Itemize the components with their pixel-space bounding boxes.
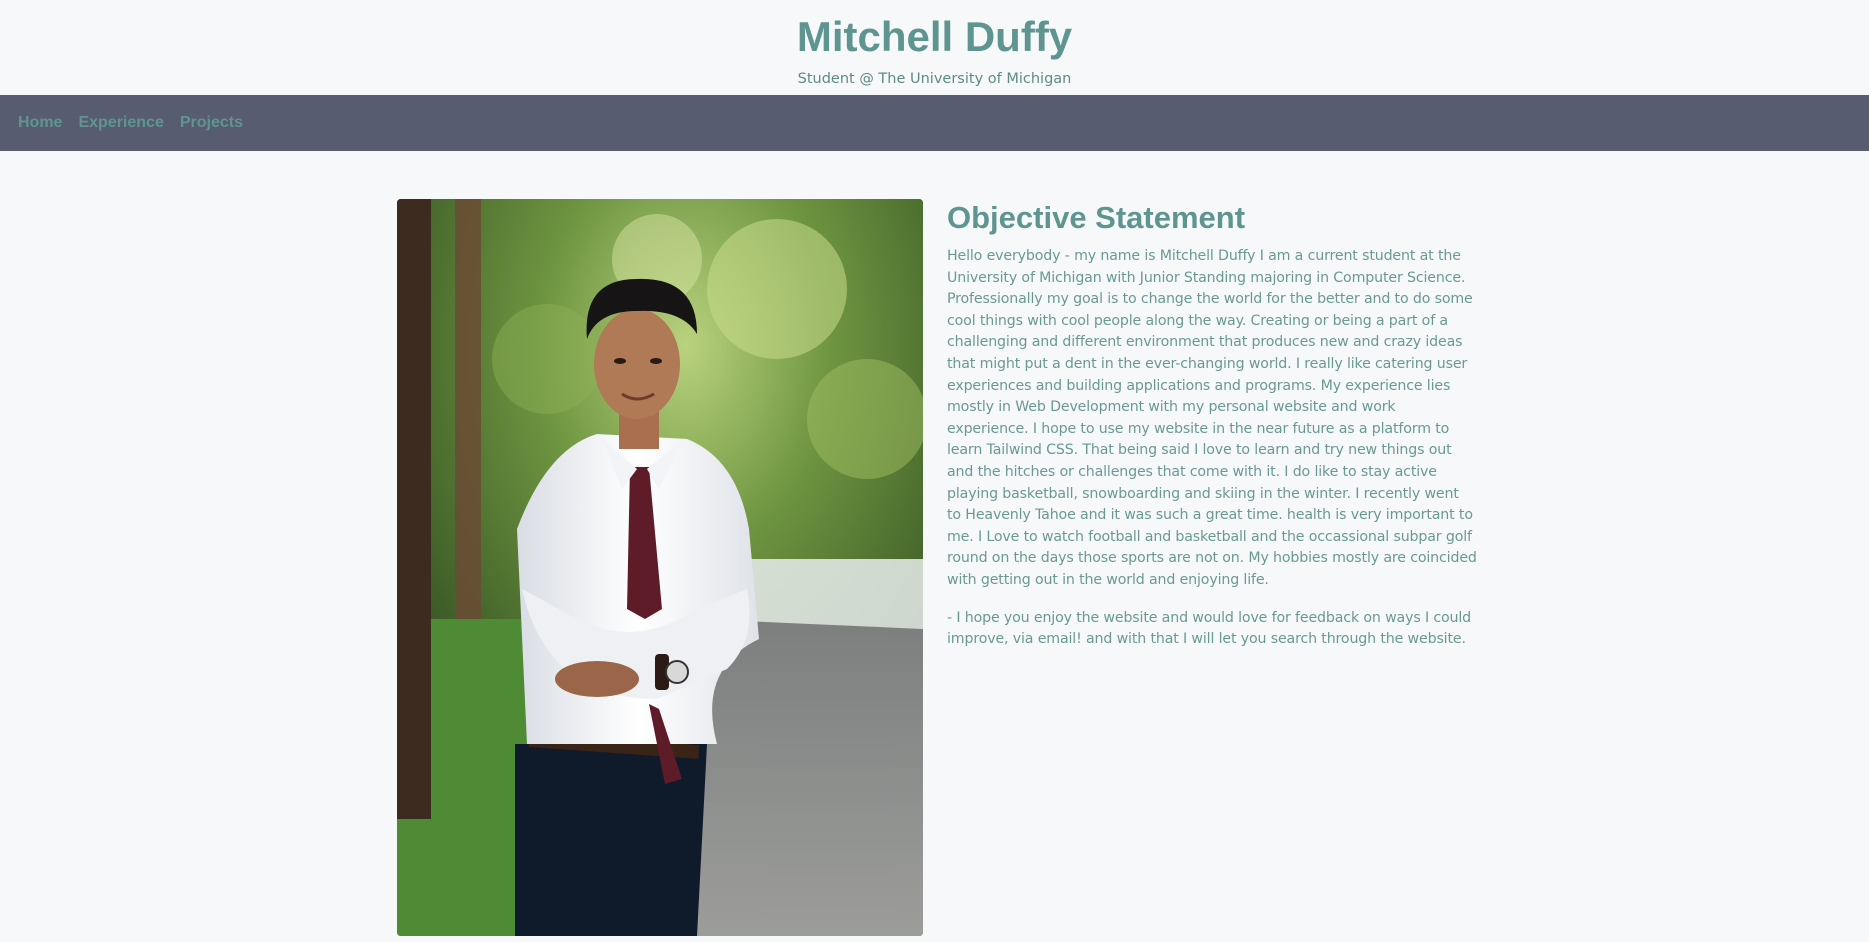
main-content: Objective Statement Hello everybody - my… bbox=[397, 199, 1477, 936]
navbar: Home Experience Projects bbox=[0, 95, 1869, 151]
objective-section: Objective Statement Hello everybody - my… bbox=[947, 199, 1477, 936]
objective-paragraph: Hello everybody - my name is Mitchell Du… bbox=[947, 248, 1477, 588]
objective-heading: Objective Statement bbox=[947, 200, 1246, 235]
site-header: Mitchell Duffy Student @ The University … bbox=[0, 0, 1869, 95]
site-subtitle: Student @ The University of Michigan bbox=[797, 71, 1072, 87]
profile-photo bbox=[397, 199, 923, 936]
nav-experience-link[interactable]: Experience bbox=[78, 114, 163, 132]
closing-paragraph: - I hope you enjoy the website and would… bbox=[947, 609, 1472, 648]
site-title: Mitchell Duffy bbox=[796, 13, 1073, 60]
nav-home-link[interactable]: Home bbox=[18, 114, 62, 132]
nav-projects-link[interactable]: Projects bbox=[180, 114, 243, 132]
